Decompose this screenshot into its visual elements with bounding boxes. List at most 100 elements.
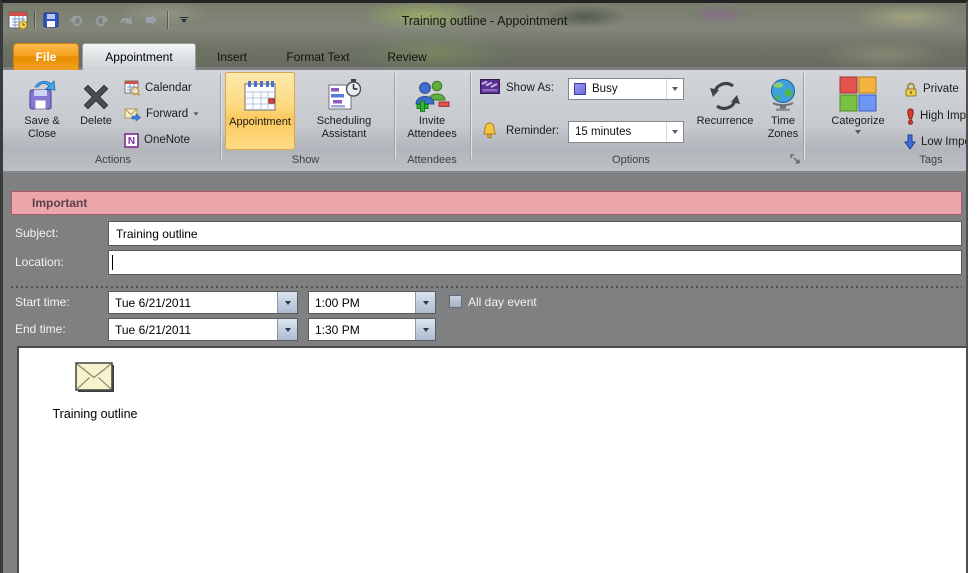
group-separator (220, 73, 221, 159)
start-time-dropdown-button[interactable] (415, 292, 435, 313)
subject-value: Training outline (116, 227, 198, 241)
envelope-icon (75, 362, 115, 393)
start-time-value: 1:00 PM (315, 296, 360, 310)
group-separator (803, 73, 804, 159)
categorize-icon (839, 72, 877, 112)
group-label-show: Show (258, 154, 353, 166)
delete-icon (81, 72, 111, 112)
time-zones-button[interactable]: Time Zones (763, 72, 803, 150)
tab-format-text[interactable]: Format Text (271, 43, 365, 70)
show-as-dropdown-arrow[interactable] (666, 79, 683, 99)
start-date-value: Tue 6/21/2011 (115, 296, 191, 310)
infobar-important: Important (11, 191, 962, 215)
end-date-dropdown-button[interactable] (277, 319, 297, 340)
chevron-down-icon (855, 130, 861, 134)
chevron-down-icon (423, 301, 429, 305)
next-item-icon (143, 13, 159, 27)
forward-icon (124, 107, 141, 121)
private-button[interactable]: Private (904, 80, 959, 98)
save-close-icon (26, 72, 58, 112)
reminder-dropdown-arrow[interactable] (666, 122, 683, 142)
end-date-value: Tue 6/21/2011 (115, 323, 191, 337)
group-label-actions: Actions (63, 154, 163, 166)
text-caret (112, 255, 113, 270)
group-label-tags: Tags (901, 154, 961, 166)
appointment-view-button[interactable]: Appointment (225, 72, 295, 150)
show-as-combobox[interactable]: Busy (568, 78, 684, 100)
save-icon (43, 12, 59, 28)
save-close-button[interactable]: Save & Close (13, 72, 71, 150)
categorize-button[interactable]: Categorize (827, 72, 889, 150)
appointment-window: Training outline - Appointment (0, 0, 968, 573)
tab-file[interactable]: File (13, 43, 79, 70)
recurrence-icon (708, 72, 742, 112)
recurrence-button[interactable]: Recurrence (689, 72, 761, 150)
location-input[interactable] (108, 250, 962, 275)
group-label-options: Options (586, 154, 676, 166)
appointment-view-label: Appointment (229, 116, 291, 129)
customize-qat-button[interactable] (173, 9, 195, 31)
tab-review[interactable]: Review (375, 43, 439, 70)
chevron-down-icon (285, 301, 291, 305)
form-divider (11, 286, 962, 288)
subject-input[interactable]: Training outline (108, 221, 962, 246)
low-importance-icon (904, 134, 916, 150)
scheduling-assistant-label: Scheduling Assistant (317, 115, 371, 141)
high-importance-button[interactable]: High Imp (906, 107, 966, 125)
scheduling-assistant-icon (327, 72, 361, 112)
scheduling-assistant-button[interactable]: Scheduling Assistant (299, 72, 389, 150)
app-icon[interactable] (7, 9, 29, 31)
undo-icon (68, 13, 85, 28)
chevron-down-icon (423, 328, 429, 332)
undo-button[interactable] (65, 9, 87, 31)
chevron-down-icon (181, 19, 187, 23)
attached-item-name: Training outline (35, 407, 155, 421)
options-dialog-launcher[interactable] (790, 154, 801, 165)
invite-attendees-button[interactable]: Invite Attendees (399, 72, 465, 150)
redo-button[interactable] (90, 9, 112, 31)
save-close-label: Save & Close (24, 115, 59, 141)
tab-appointment[interactable]: Appointment (82, 43, 196, 70)
appointment-icon (243, 73, 277, 113)
start-date-dropdown-button[interactable] (277, 292, 297, 313)
show-as-icon (480, 79, 500, 94)
low-importance-button[interactable]: Low Impo (904, 133, 968, 151)
end-time-picker[interactable]: 1:30 PM (308, 318, 436, 341)
end-time-dropdown-button[interactable] (415, 319, 435, 340)
onenote-button[interactable]: N OneNote (124, 131, 190, 149)
save-button[interactable] (40, 9, 62, 31)
reminder-combobox[interactable]: 15 minutes (568, 121, 684, 143)
previous-item-button[interactable] (115, 9, 137, 31)
chevron-down-icon (672, 130, 678, 134)
ribbon: Save & Close Delete Calendar (3, 70, 966, 173)
start-time-picker[interactable]: 1:00 PM (308, 291, 436, 314)
reminder-value: 15 minutes (569, 126, 666, 138)
show-as-value: Busy (586, 83, 666, 95)
qat-separator (34, 11, 35, 29)
high-importance-icon (906, 108, 915, 125)
all-day-event-checkbox[interactable] (449, 295, 462, 308)
end-date-picker[interactable]: Tue 6/21/2011 (108, 318, 298, 341)
reminder-bell-icon (482, 122, 497, 139)
calendar-label: Calendar (145, 82, 192, 94)
invite-attendees-icon (414, 72, 450, 112)
chevron-down-icon (194, 112, 199, 115)
start-date-picker[interactable]: Tue 6/21/2011 (108, 291, 298, 314)
group-separator (394, 73, 395, 159)
notes-body[interactable]: Training outline (17, 346, 966, 573)
attached-item[interactable]: Training outline (35, 362, 155, 421)
redo-icon (93, 13, 110, 28)
qat-more-bar (180, 17, 188, 19)
next-item-button[interactable] (140, 9, 162, 31)
svg-text:N: N (128, 136, 135, 147)
forward-button[interactable]: Forward (124, 105, 199, 123)
delete-button[interactable]: Delete (73, 72, 119, 150)
lock-icon (904, 81, 918, 97)
calendar-button[interactable]: Calendar (124, 79, 192, 97)
time-zones-icon (768, 72, 798, 112)
tab-insert[interactable]: Insert (203, 43, 261, 70)
chevron-down-icon (672, 87, 678, 91)
calendar-app-icon (8, 10, 29, 31)
categorize-label: Categorize (831, 115, 884, 128)
end-time-value: 1:30 PM (315, 323, 360, 337)
